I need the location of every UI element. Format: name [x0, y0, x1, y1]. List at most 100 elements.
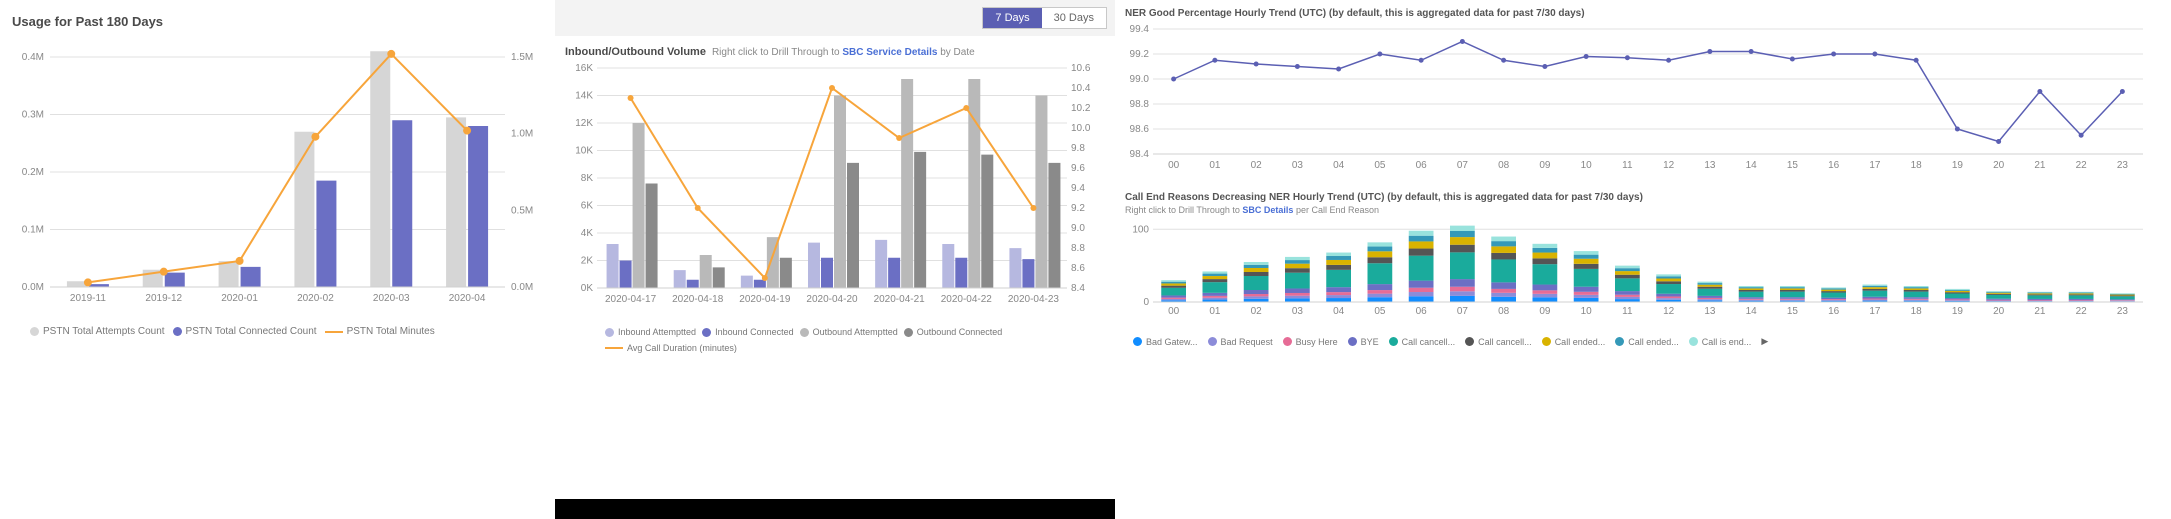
svg-text:8K: 8K	[581, 173, 594, 184]
svg-text:17: 17	[1869, 306, 1881, 317]
svg-text:08: 08	[1498, 160, 1510, 171]
svg-text:2019-11: 2019-11	[70, 293, 106, 304]
svg-text:03: 03	[1292, 160, 1304, 171]
svg-text:09: 09	[1539, 160, 1551, 171]
legend-attempts[interactable]: PSTN Total Attempts Count	[30, 326, 165, 337]
svg-text:19: 19	[1952, 160, 1964, 171]
svg-text:02: 02	[1251, 306, 1263, 317]
svg-text:1.0M: 1.0M	[511, 129, 533, 140]
svg-text:23: 23	[2117, 160, 2129, 171]
svg-text:4K: 4K	[581, 228, 594, 239]
time-range-toolbar: 7 Days 30 Days	[555, 0, 1115, 36]
svg-text:8.6: 8.6	[1071, 263, 1085, 274]
panel2-legend: Inbound Attemptted Inbound Connected Out…	[565, 323, 1105, 353]
legend-is-ended[interactable]: Call is end...	[1689, 337, 1752, 347]
svg-text:10: 10	[1581, 160, 1593, 171]
panel3b-legend: Bad Gatew... Bad Request Busy Here BYE C…	[1125, 332, 2161, 347]
svg-text:98.6: 98.6	[1130, 124, 1150, 135]
legend-busy-here[interactable]: Busy Here	[1283, 337, 1338, 347]
svg-text:05: 05	[1374, 306, 1386, 317]
legend-avg-duration[interactable]: Avg Call Duration (minutes)	[605, 343, 737, 353]
svg-text:10.2: 10.2	[1071, 103, 1091, 114]
svg-text:05: 05	[1374, 160, 1386, 171]
svg-text:0.5M: 0.5M	[511, 205, 533, 216]
svg-text:23: 23	[2117, 306, 2129, 317]
legend-outbound-connected[interactable]: Outbound Connected	[904, 327, 1003, 337]
svg-text:2020-04-22: 2020-04-22	[941, 294, 993, 305]
legend-inbound-connected[interactable]: Inbound Connected	[702, 327, 794, 337]
svg-text:11: 11	[1622, 160, 1633, 171]
legend-connected[interactable]: PSTN Total Connected Count	[173, 326, 317, 337]
toggle-30-days[interactable]: 30 Days	[1042, 8, 1106, 28]
svg-text:9.2: 9.2	[1071, 203, 1085, 214]
svg-text:2020-04-18: 2020-04-18	[672, 294, 724, 305]
inbound-outbound-chart[interactable]: 16K14K12K10K8K6K4K2K0K10.610.410.210.09.…	[565, 58, 1105, 318]
legend-inbound-attempted[interactable]: Inbound Attemptted	[605, 327, 696, 337]
legend-bad-request[interactable]: Bad Request	[1208, 337, 1273, 347]
drill-through-hint: Right click to Drill Through to SBC Serv…	[712, 47, 975, 58]
svg-text:03: 03	[1292, 306, 1304, 317]
svg-text:16: 16	[1828, 306, 1840, 317]
legend-cancel-a[interactable]: Call cancell...	[1389, 337, 1456, 347]
svg-text:18: 18	[1911, 160, 1923, 171]
drill-link-sbc-service[interactable]: SBC Service Details	[842, 47, 937, 58]
ner-good-panel: NER Good Percentage Hourly Trend (UTC) (…	[1125, 8, 2161, 184]
panel1-legend: PSTN Total Attempts Count PSTN Total Con…	[10, 322, 545, 337]
legend-outbound-attempted[interactable]: Outbound Attemptted	[800, 327, 898, 337]
legend-minutes[interactable]: PSTN Total Minutes	[325, 326, 435, 337]
legend-bad-gateway[interactable]: Bad Gatew...	[1133, 337, 1198, 347]
svg-text:2020-04-23: 2020-04-23	[1008, 294, 1060, 305]
legend-ended-b[interactable]: Call ended...	[1615, 337, 1679, 347]
svg-text:00: 00	[1168, 306, 1180, 317]
svg-text:14: 14	[1746, 306, 1758, 317]
svg-text:0.3M: 0.3M	[22, 110, 44, 121]
svg-text:04: 04	[1333, 160, 1345, 171]
ner-good-chart[interactable]: 99.499.299.098.898.698.40001020304050607…	[1125, 19, 2161, 179]
legend-bye[interactable]: BYE	[1348, 337, 1379, 347]
panel2-title: Inbound/Outbound Volume	[565, 46, 706, 58]
usage-180-panel: Usage for Past 180 Days 0.0M0.1M0.2M0.3M…	[0, 0, 555, 519]
svg-text:2019-12: 2019-12	[145, 293, 182, 304]
svg-text:99.0: 99.0	[1130, 74, 1150, 85]
toggle-7-days[interactable]: 7 Days	[983, 8, 1041, 28]
svg-text:99.2: 99.2	[1130, 49, 1150, 60]
svg-text:10K: 10K	[575, 146, 593, 157]
svg-text:0.1M: 0.1M	[22, 225, 44, 236]
svg-text:2020-04-17: 2020-04-17	[605, 294, 657, 305]
drill-link-sbc-details[interactable]: SBC Details	[1242, 205, 1293, 215]
svg-text:08: 08	[1498, 306, 1510, 317]
drill-through-hint-2: Right click to Drill Through to SBC Deta…	[1125, 205, 2161, 215]
svg-text:8.4: 8.4	[1071, 283, 1085, 294]
svg-text:10: 10	[1581, 306, 1593, 317]
svg-text:10.6: 10.6	[1071, 63, 1091, 74]
svg-text:06: 06	[1416, 306, 1428, 317]
legend-ended-a[interactable]: Call ended...	[1542, 337, 1606, 347]
svg-text:14: 14	[1746, 160, 1758, 171]
svg-text:02: 02	[1251, 160, 1263, 171]
svg-text:6K: 6K	[581, 201, 594, 212]
svg-text:12K: 12K	[575, 118, 593, 129]
svg-text:2020-04-19: 2020-04-19	[739, 294, 791, 305]
svg-text:98.8: 98.8	[1130, 99, 1150, 110]
svg-text:2020-04: 2020-04	[449, 293, 486, 304]
svg-text:19: 19	[1952, 306, 1964, 317]
svg-text:0: 0	[1143, 297, 1149, 308]
legend-scroll-right-icon[interactable]: ▶	[1761, 336, 1768, 347]
svg-text:0K: 0K	[581, 283, 594, 294]
panel3a-title: NER Good Percentage Hourly Trend (UTC) (…	[1125, 8, 2161, 19]
svg-text:9.0: 9.0	[1071, 223, 1085, 234]
svg-text:04: 04	[1333, 306, 1345, 317]
svg-text:16: 16	[1828, 160, 1840, 171]
svg-text:12: 12	[1663, 160, 1675, 171]
svg-text:14K: 14K	[575, 91, 593, 102]
svg-text:18: 18	[1911, 306, 1923, 317]
svg-text:07: 07	[1457, 160, 1469, 171]
svg-text:15: 15	[1787, 160, 1799, 171]
svg-text:10.4: 10.4	[1071, 83, 1091, 94]
call-end-reasons-chart[interactable]: 0100000102030405060708091011121314151617…	[1125, 217, 2161, 327]
svg-text:2020-02: 2020-02	[297, 293, 334, 304]
svg-text:0.2M: 0.2M	[22, 167, 44, 178]
svg-text:9.8: 9.8	[1071, 143, 1085, 154]
usage-180-chart[interactable]: 0.0M0.1M0.2M0.3M0.4M0.0M0.5M1.0M1.5M2019…	[10, 37, 545, 317]
legend-cancel-b[interactable]: Call cancell...	[1465, 337, 1532, 347]
